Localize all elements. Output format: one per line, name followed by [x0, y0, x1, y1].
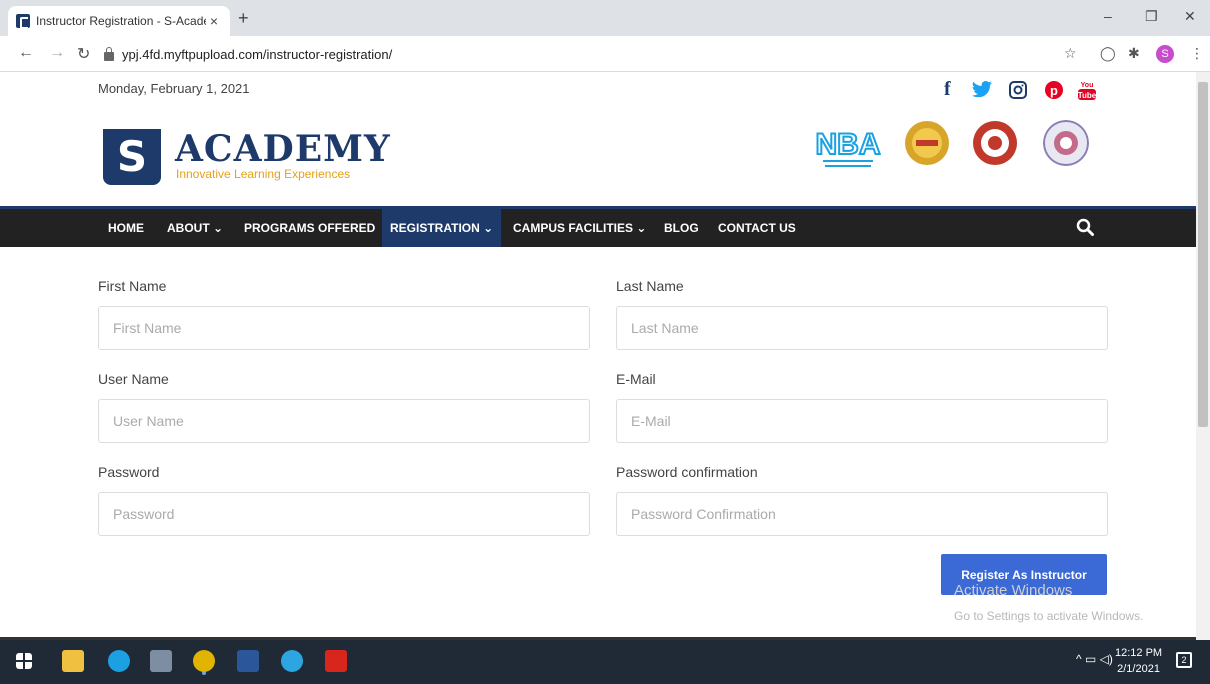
nav-programs-offered[interactable]: PROGRAMS OFFERED: [236, 209, 383, 247]
back-arrow-icon[interactable]: ←: [18, 44, 34, 62]
page-content: Monday, February 1, 2021 f p You Tube S A…: [0, 72, 1196, 640]
svg-text:You: You: [1081, 82, 1094, 89]
last-name-label: Last Name: [616, 278, 684, 294]
site-favicon-icon: [16, 14, 30, 29]
word-icon[interactable]: [237, 650, 259, 672]
menu-kebab-icon[interactable]: ⋮: [1190, 45, 1204, 62]
pinterest-icon[interactable]: p: [1045, 81, 1063, 99]
activate-windows-subtitle: Go to Settings to activate Windows.: [954, 609, 1144, 623]
nav-about-label: ABOUT: [167, 221, 210, 235]
password-confirmation-input[interactable]: [616, 492, 1108, 536]
chevron-down-icon: ⌄: [213, 221, 224, 235]
tab-title: Instructor Registration - S-Acade: [36, 14, 206, 28]
facebook-icon[interactable]: f: [944, 78, 951, 101]
taskbar-time: 12:12 PM: [1115, 647, 1163, 659]
search-icon[interactable]: [1076, 218, 1094, 236]
tab-close-icon[interactable]: ×: [206, 13, 222, 29]
nav-registration-label: REGISTRATION: [390, 221, 480, 235]
instagram-icon[interactable]: [1009, 81, 1027, 99]
browser-tab[interactable]: Instructor Registration - S-Acade ×: [8, 6, 230, 36]
profile-avatar[interactable]: S: [1156, 45, 1174, 63]
browser-tab-bar: Instructor Registration - S-Acade × + – …: [0, 0, 1210, 36]
media-app-icon[interactable]: [150, 650, 172, 672]
nav-blog-label: BLOG: [664, 221, 699, 235]
chevron-down-icon: ⌄: [483, 221, 494, 235]
forward-arrow-icon[interactable]: →: [49, 44, 65, 62]
close-window-icon[interactable]: ✕: [1184, 8, 1196, 25]
bookmark-star-icon[interactable]: ☆: [1064, 45, 1077, 62]
file-explorer-icon[interactable]: [62, 650, 84, 672]
telegram-icon[interactable]: [281, 650, 303, 672]
university-seal-logo: [973, 121, 1017, 165]
youtube-icon[interactable]: You Tube: [1077, 79, 1097, 101]
lock-icon: [104, 46, 114, 61]
chrome-icon[interactable]: [193, 650, 215, 672]
windows-taskbar: ^ ▭ ◁) 12:12 PM 2/1/2021 2: [0, 640, 1210, 684]
logo-name[interactable]: ACADEMY: [175, 128, 391, 170]
notification-center-icon[interactable]: 2: [1176, 652, 1192, 668]
acrobat-icon[interactable]: [325, 650, 347, 672]
twitter-icon[interactable]: [972, 81, 992, 97]
chevron-down-icon: ⌄: [636, 221, 647, 235]
nav-home-label: HOME: [108, 221, 144, 235]
activate-windows-title: Activate Windows: [954, 582, 1073, 599]
page-scrollbar[interactable]: [1196, 72, 1210, 640]
scrollbar-thumb[interactable]: [1198, 82, 1208, 427]
address-bar[interactable]: ypj.4fd.myftpupload.com/instructor-regis…: [104, 41, 1084, 67]
system-tray-icons[interactable]: ^ ▭ ◁): [1076, 652, 1113, 666]
nav-home[interactable]: HOME: [100, 209, 152, 247]
password-confirmation-label: Password confirmation: [616, 464, 758, 480]
minimize-icon[interactable]: –: [1104, 8, 1112, 24]
nba-logo: NBA: [815, 127, 881, 167]
header-date: Monday, February 1, 2021: [98, 81, 250, 96]
nav-campus-label: CAMPUS FACILITIES: [513, 221, 634, 235]
nav-about[interactable]: ABOUT ⌄: [159, 209, 231, 247]
logo-tagline: Innovative Learning Experiences: [176, 167, 351, 181]
reload-icon[interactable]: ↻: [77, 44, 90, 64]
main-navigation: HOME ABOUT ⌄ PROGRAMS OFFERED REGISTRATI…: [0, 206, 1196, 247]
password-label: Password: [98, 464, 160, 480]
taskbar-date: 2/1/2021: [1117, 663, 1160, 675]
email-label: E-Mail: [616, 371, 656, 387]
user-name-label: User Name: [98, 371, 169, 387]
svg-text:NBA: NBA: [816, 128, 881, 161]
url-text: ypj.4fd.myftpupload.com/instructor-regis…: [122, 46, 393, 62]
first-name-input[interactable]: [98, 306, 590, 350]
nav-blog[interactable]: BLOG: [656, 209, 707, 247]
svg-text:Tube: Tube: [1078, 91, 1097, 100]
svg-text:p: p: [1050, 83, 1058, 98]
aicte-logo: [905, 121, 949, 165]
edge-icon[interactable]: [108, 650, 130, 672]
nav-programs-label: PROGRAMS OFFERED: [244, 221, 376, 235]
password-input[interactable]: [98, 492, 590, 536]
user-name-input[interactable]: [98, 399, 590, 443]
extension-circle-icon[interactable]: ◯: [1100, 45, 1116, 62]
nav-registration[interactable]: REGISTRATION ⌄: [382, 209, 502, 247]
extensions-puzzle-icon[interactable]: ✱: [1128, 45, 1140, 62]
restore-icon[interactable]: ❐: [1145, 8, 1158, 25]
email-input[interactable]: [616, 399, 1108, 443]
nav-contact-us[interactable]: CONTACT US: [710, 209, 804, 247]
taskbar-clock[interactable]: 12:12 PM 2/1/2021: [1115, 645, 1162, 677]
logo-mark[interactable]: S: [103, 129, 161, 185]
last-name-input[interactable]: [616, 306, 1108, 350]
windows-start-icon[interactable]: [16, 653, 32, 669]
institution-seal-logo: [1043, 120, 1089, 166]
nav-campus-facilities[interactable]: CAMPUS FACILITIES ⌄: [505, 209, 654, 247]
first-name-label: First Name: [98, 278, 167, 294]
browser-toolbar: ← → ↻ ypj.4fd.myftpupload.com/instructor…: [0, 36, 1210, 72]
new-tab-button[interactable]: +: [238, 8, 249, 29]
nav-contact-label: CONTACT US: [718, 221, 796, 235]
